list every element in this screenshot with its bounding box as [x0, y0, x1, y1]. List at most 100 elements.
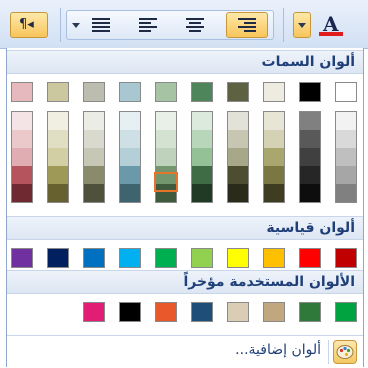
recent-color-swatch[interactable] [83, 302, 105, 322]
theme-shade-swatch[interactable] [228, 148, 248, 166]
theme-shade-swatch[interactable] [228, 184, 248, 202]
theme-shade-swatch[interactable] [12, 166, 32, 184]
theme-shade-swatch[interactable] [228, 130, 248, 148]
theme-shade-swatch[interactable] [12, 112, 32, 130]
font-color-dropdown-arrow[interactable] [293, 12, 311, 38]
theme-shade-swatch[interactable] [264, 148, 284, 166]
align-left-button[interactable] [131, 12, 165, 38]
theme-shade-swatch[interactable] [264, 112, 284, 130]
text-direction-button[interactable]: ¶◂ [10, 12, 48, 38]
theme-shade-swatch[interactable] [192, 184, 212, 202]
theme-shade-swatch[interactable] [192, 130, 212, 148]
theme-shade-swatch[interactable] [300, 112, 320, 130]
standard-color-swatch[interactable] [191, 248, 213, 268]
theme-shade-swatch[interactable] [120, 112, 140, 130]
theme-color-swatch[interactable] [155, 82, 177, 102]
font-color-button[interactable]: A [312, 12, 350, 38]
theme-shade-swatch[interactable] [84, 112, 104, 130]
theme-shade-swatch[interactable] [12, 130, 32, 148]
palette-glyph [336, 345, 354, 359]
align-right-icon [238, 18, 256, 34]
theme-shade-swatch[interactable] [48, 166, 68, 184]
justify-dropdown-arrow[interactable] [69, 12, 83, 38]
standard-color-swatch[interactable] [155, 248, 177, 268]
ribbon-toolbar: ¶◂ A [0, 0, 368, 49]
paragraph-rtl-icon: ¶◂ [19, 17, 34, 32]
standard-color-swatch[interactable] [299, 248, 321, 268]
theme-shade-column [191, 111, 213, 203]
recent-color-swatch[interactable] [191, 302, 213, 322]
standard-color-swatch[interactable] [83, 248, 105, 268]
theme-shade-swatch[interactable] [336, 148, 356, 166]
more-colors-row[interactable]: ألوان إضافية... [7, 335, 363, 368]
theme-shade-swatch[interactable] [264, 130, 284, 148]
recent-color-swatch[interactable] [119, 302, 141, 322]
theme-shade-swatch[interactable] [264, 184, 284, 202]
standard-color-swatch[interactable] [227, 248, 249, 268]
theme-shade-swatch[interactable] [120, 148, 140, 166]
recent-color-swatch[interactable] [155, 302, 177, 322]
theme-shade-swatch[interactable] [228, 112, 248, 130]
palette-icon [333, 340, 357, 364]
theme-shade-swatch[interactable] [336, 184, 356, 202]
standard-color-swatch[interactable] [335, 248, 357, 268]
theme-shade-swatch[interactable] [84, 166, 104, 184]
recent-colors-header: الألوان المستخدمة مؤخراً [7, 270, 363, 294]
theme-color-swatch[interactable] [83, 82, 105, 102]
theme-shade-swatch[interactable] [300, 184, 320, 202]
recent-color-swatch[interactable] [227, 302, 249, 322]
recent-color-swatch[interactable] [263, 302, 285, 322]
theme-shade-swatch[interactable] [228, 166, 248, 184]
more-colors-link[interactable]: ألوان إضافية... [235, 342, 321, 358]
theme-shade-swatch[interactable] [84, 184, 104, 202]
align-right-button[interactable] [226, 12, 268, 38]
theme-color-swatch[interactable] [119, 82, 141, 102]
theme-shade-column [11, 111, 33, 203]
theme-shade-swatch[interactable] [120, 166, 140, 184]
theme-shade-swatch[interactable] [84, 148, 104, 166]
theme-shade-swatch[interactable] [192, 148, 212, 166]
selected-swatch-indicator [154, 172, 178, 192]
theme-shade-column [47, 111, 69, 203]
theme-color-swatch[interactable] [335, 82, 357, 102]
theme-color-swatch[interactable] [263, 82, 285, 102]
theme-shade-swatch[interactable] [48, 148, 68, 166]
theme-shade-swatch[interactable] [156, 148, 176, 166]
theme-color-swatch[interactable] [47, 82, 69, 102]
theme-shade-swatch[interactable] [300, 166, 320, 184]
theme-color-swatch[interactable] [299, 82, 321, 102]
theme-shade-swatch[interactable] [336, 112, 356, 130]
theme-shade-swatch[interactable] [156, 112, 176, 130]
theme-shade-swatch[interactable] [300, 130, 320, 148]
theme-shade-swatch[interactable] [12, 148, 32, 166]
standard-color-swatch[interactable] [119, 248, 141, 268]
theme-color-swatch[interactable] [227, 82, 249, 102]
recent-color-swatch[interactable] [335, 302, 357, 322]
recent-color-swatch[interactable] [299, 302, 321, 322]
theme-shade-swatch[interactable] [120, 130, 140, 148]
theme-shade-swatch[interactable] [300, 148, 320, 166]
theme-shade-swatch[interactable] [336, 166, 356, 184]
theme-shade-swatch[interactable] [12, 184, 32, 202]
theme-shade-swatch[interactable] [192, 112, 212, 130]
theme-shade-swatch[interactable] [84, 130, 104, 148]
theme-shade-column [83, 111, 105, 203]
standard-color-swatch[interactable] [263, 248, 285, 268]
font-color-bar [319, 32, 343, 36]
theme-shade-swatch[interactable] [48, 130, 68, 148]
standard-color-swatch[interactable] [11, 248, 33, 268]
theme-color-swatch[interactable] [191, 82, 213, 102]
theme-shade-swatch[interactable] [264, 166, 284, 184]
align-center-button[interactable] [178, 12, 212, 38]
justify-button[interactable] [84, 12, 118, 38]
font-color-dropdown-screen: ¶◂ A ألوان السمات ألوان قياسية الألوان ا… [0, 0, 368, 368]
theme-shade-swatch[interactable] [48, 112, 68, 130]
theme-shade-swatch[interactable] [336, 130, 356, 148]
theme-shade-swatch[interactable] [120, 184, 140, 202]
theme-shade-swatch[interactable] [156, 130, 176, 148]
theme-color-swatch[interactable] [11, 82, 33, 102]
standard-color-swatch[interactable] [47, 248, 69, 268]
theme-shade-swatch[interactable] [192, 166, 212, 184]
theme-shade-swatch[interactable] [48, 184, 68, 202]
theme-shade-column [263, 111, 285, 203]
